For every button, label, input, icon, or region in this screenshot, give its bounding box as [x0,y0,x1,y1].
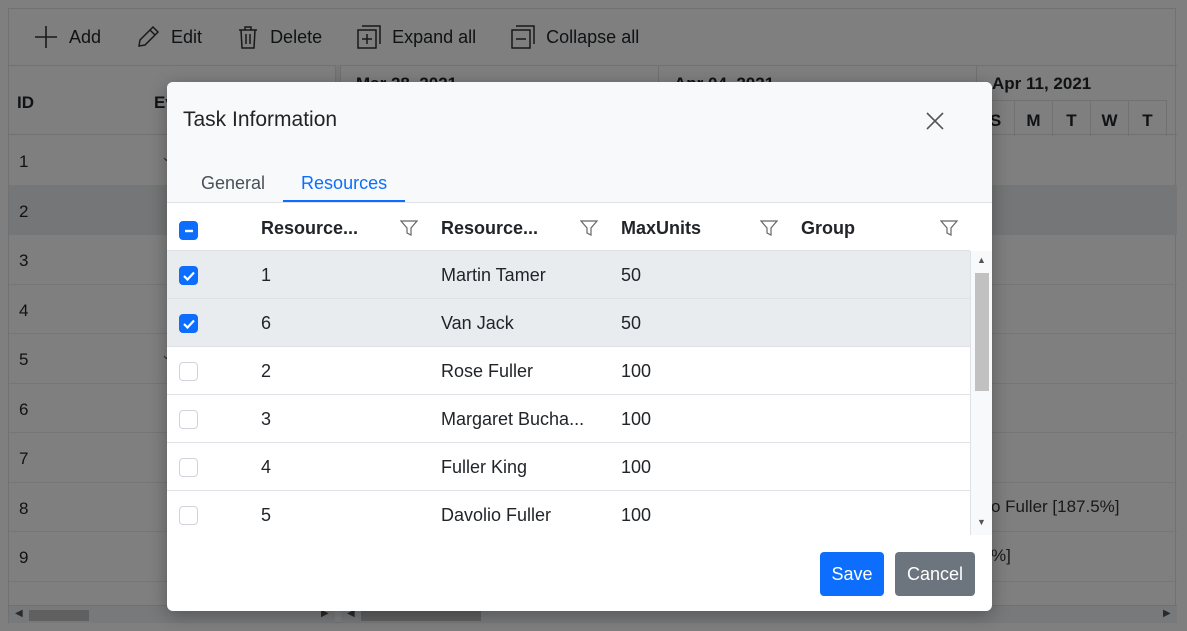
save-button[interactable]: Save [820,552,884,596]
cancel-button[interactable]: Cancel [895,552,975,596]
resource-name-cell: Rose Fuller [441,361,534,381]
resource-name-cell: Davolio Fuller [441,505,552,525]
scroll-down-icon[interactable]: ▼ [977,517,986,527]
resource-id-cell: 4 [261,457,272,477]
task-information-dialog: Task Information General Resources Resou… [167,82,992,611]
resources-grid: Resource... Resource... MaxUnits Group 1… [167,202,992,535]
group-column-header[interactable]: Group [801,203,855,251]
resource-id-cell: 6 [261,313,272,333]
table-row[interactable]: 6 Van Jack 50 [167,299,970,347]
tab-resources[interactable]: Resources [283,164,406,202]
checkmark-icon [183,271,195,282]
filter-icon[interactable] [760,219,778,237]
select-all-checkbox[interactable] [179,221,198,240]
max-units-cell: 100 [621,505,652,525]
max-units-cell: 100 [621,457,652,477]
row-checkbox[interactable] [179,410,198,429]
max-units-column-header[interactable]: MaxUnits [621,203,701,251]
checkmark-icon [183,319,195,330]
dialog-tabs: General Resources [183,164,406,202]
table-row[interactable]: 3 Margaret Bucha... 100 [167,395,970,443]
resource-id-cell: 1 [261,265,272,285]
resources-vertical-scrollbar[interactable]: ▲ ▼ [970,251,992,535]
max-units-cell: 100 [621,409,652,429]
resources-grid-header: Resource... Resource... MaxUnits Group [167,203,970,251]
resource-name-cell: Margaret Bucha... [441,409,585,429]
tab-general[interactable]: General [183,164,283,202]
resource-id-cell: 3 [261,409,272,429]
dialog-header: Task Information General Resources [167,82,992,202]
resource-id-cell: 5 [261,505,272,525]
close-icon[interactable] [924,110,946,132]
row-checkbox[interactable] [179,506,198,525]
table-row[interactable]: 2 Rose Fuller 100 [167,347,970,395]
indeterminate-icon [185,229,193,233]
filter-icon[interactable] [580,219,598,237]
row-checkbox[interactable] [179,266,198,285]
table-row[interactable]: 4 Fuller King 100 [167,443,970,491]
resources-grid-body: 1 Martin Tamer 50 6 Van Jack 50 2 Rose F… [167,251,970,535]
resource-id-column-header[interactable]: Resource... [261,203,358,251]
resource-name-column-header[interactable]: Resource... [441,203,538,251]
scrollbar-thumb[interactable] [975,273,989,391]
row-checkbox[interactable] [179,458,198,477]
resource-name-cell: Martin Tamer [441,265,546,285]
row-checkbox[interactable] [179,362,198,381]
filter-icon[interactable] [400,219,418,237]
resource-name-cell: Fuller King [441,457,528,477]
scroll-up-icon[interactable]: ▲ [977,255,986,265]
max-units-cell: 50 [621,265,642,285]
resource-id-cell: 2 [261,361,272,381]
table-row[interactable]: 5 Davolio Fuller 100 [167,491,970,535]
max-units-cell: 50 [621,313,642,333]
max-units-cell: 100 [621,361,652,381]
resource-name-cell: Van Jack [441,313,514,333]
row-checkbox[interactable] [179,314,198,333]
table-row[interactable]: 1 Martin Tamer 50 [167,251,970,299]
filter-icon[interactable] [940,219,958,237]
dialog-footer: Save Cancel [167,535,992,611]
dialog-title: Task Information [183,108,338,131]
